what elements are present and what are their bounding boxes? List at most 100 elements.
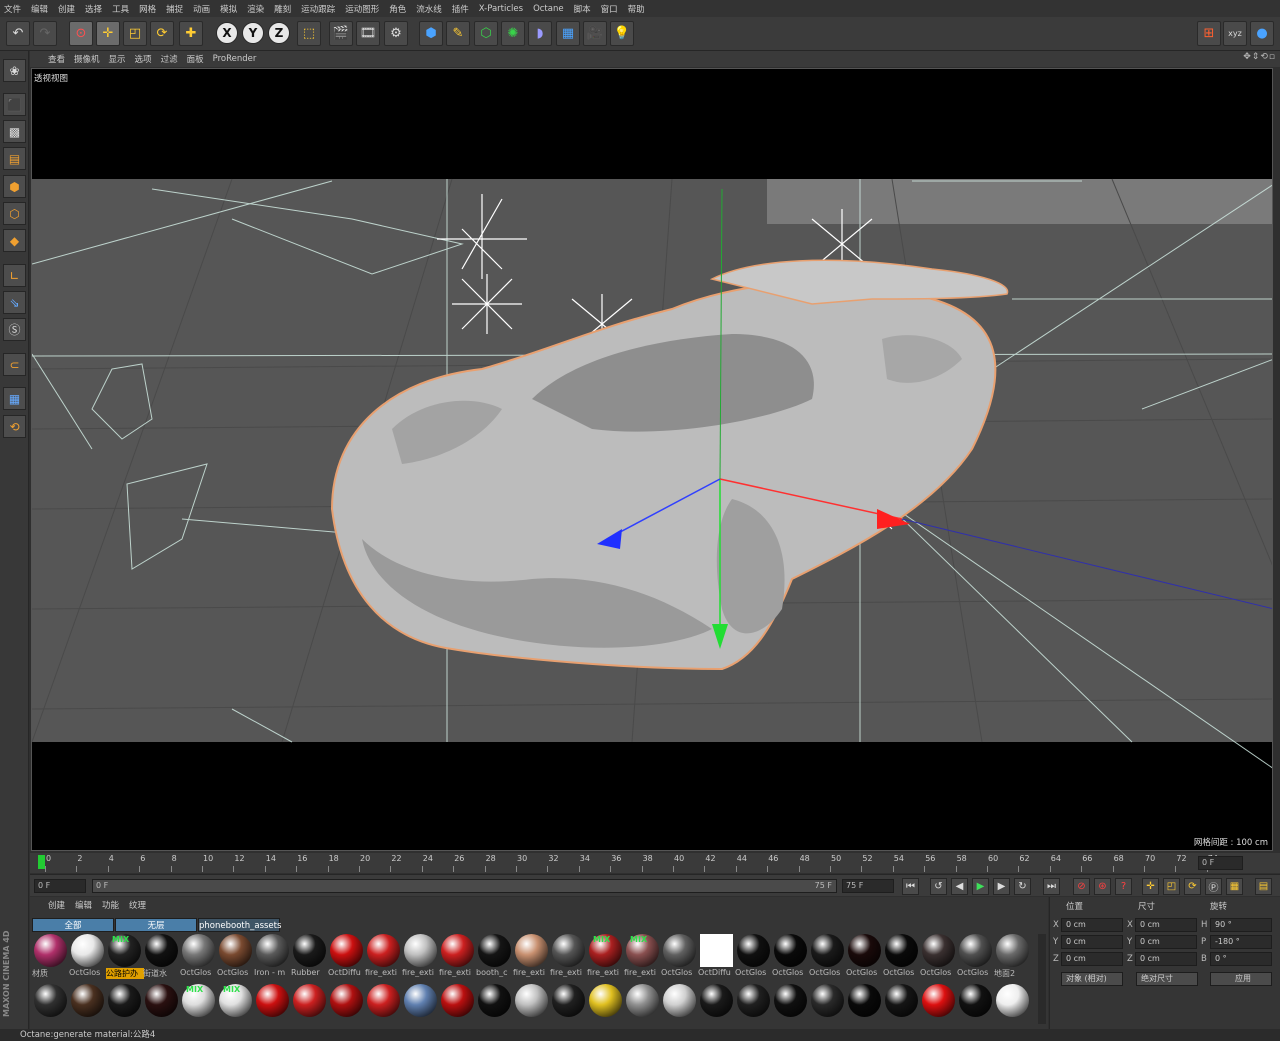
menu-item[interactable]: 模拟 [220,3,237,15]
menu-item[interactable]: 创建 [58,3,75,15]
solo-icon[interactable]: Ⓢ [3,318,26,341]
make-editable-icon[interactable]: ❀ [3,59,26,82]
goto-start-icon[interactable]: ⏮ [902,878,919,895]
magnet-snap-icon[interactable]: ⊂ [3,353,26,376]
menu-item[interactable]: 网格 [139,3,156,15]
end-frame-field[interactable]: 75 F [842,879,894,893]
material-swatch[interactable] [735,984,771,1028]
polygons-mode-icon[interactable]: ◆ [3,229,26,252]
material-swatch[interactable]: OctGlos [661,934,697,978]
material-swatch[interactable]: OctGlos [846,934,882,978]
material-swatch[interactable] [883,984,919,1028]
material-swatch[interactable]: OctGlos [883,934,919,978]
material-swatch[interactable] [291,984,327,1028]
current-frame-field[interactable]: 0 F [1198,856,1243,870]
viewport-menu-item[interactable]: 显示 [109,53,126,65]
frame-range-slider[interactable]: 0 F 75 F [92,879,837,893]
material-swatch[interactable] [439,984,475,1028]
viewport-menu-item[interactable]: 选项 [135,53,152,65]
workplane-mode-icon[interactable]: ▤ [3,147,26,170]
material-swatch[interactable] [513,984,549,1028]
menu-item[interactable]: 文件 [4,3,21,15]
material-swatch[interactable] [143,984,179,1028]
floor-icon[interactable]: ▦ [556,21,580,46]
material-swatch[interactable] [772,984,808,1028]
menu-item[interactable]: 窗口 [601,3,618,15]
material-swatch[interactable]: OctGlos [735,934,771,978]
position-field[interactable]: 0 cm [1061,952,1123,966]
cloner-icon[interactable]: ✺ [501,21,525,46]
tab-all[interactable]: 全部 [32,918,114,932]
rotation-field[interactable]: -180 ° [1210,935,1272,949]
material-swatch[interactable] [624,984,660,1028]
menu-item[interactable]: 流水线 [416,3,442,15]
material-swatch[interactable]: OctGlos [180,934,216,978]
material-swatch[interactable]: Rubber [291,934,327,978]
material-menu-item[interactable]: 编辑 [75,899,92,913]
menu-item[interactable]: Octane [533,4,564,14]
material-swatch[interactable]: MIX fire_exti [624,934,660,978]
size-field[interactable]: 0 cm [1135,952,1197,966]
material-swatch[interactable] [957,984,993,1028]
material-swatch[interactable] [476,984,512,1028]
axis-mode-icon[interactable]: ∟ [3,264,26,287]
render-to-picture-viewer-icon[interactable]: 🎞 [356,21,380,46]
render-view-icon[interactable]: 🎬 [329,21,353,46]
texture-mode-icon[interactable]: ▩ [3,120,26,143]
material-swatch[interactable]: OctDiffu [698,934,734,978]
material-swatch[interactable]: booth_c [476,934,512,978]
points-mode-icon[interactable]: ⬢ [3,175,26,198]
record-keys-icon[interactable]: ⊘ [1073,878,1090,895]
move-tool-icon[interactable]: ✛ [96,21,120,46]
live-select-icon[interactable]: ⊙ [69,21,93,46]
material-swatch[interactable]: fire_exti [550,934,586,978]
key-scale-icon[interactable]: ◰ [1163,878,1180,895]
rotation-field[interactable]: 0 ° [1210,952,1272,966]
perspective-viewport[interactable] [31,68,1273,851]
position-field[interactable]: 0 cm [1061,935,1123,949]
material-menu-item[interactable]: 纹理 [129,899,146,913]
goto-end-icon[interactable]: ⏭ [1043,878,1060,895]
material-swatch[interactable]: OctGlos [69,934,105,978]
material-swatch[interactable] [69,984,105,1028]
tab-no-layer[interactable]: 无层 [115,918,197,932]
menu-item[interactable]: 帮助 [628,3,645,15]
menu-item[interactable]: 动画 [193,3,210,15]
scale-tool-icon[interactable]: ◰ [123,21,147,46]
keyframe-selection-icon[interactable]: ? [1115,878,1132,895]
render-settings-icon[interactable]: ⚙ [384,21,408,46]
material-swatch[interactable]: MIX fire_exti [587,934,623,978]
menu-item[interactable]: 角色 [389,3,406,15]
menu-item[interactable]: 选择 [85,3,102,15]
viewport-nav-icons[interactable]: ✥⇕⟲▫ [1243,52,1276,62]
position-field[interactable]: 0 cm [1061,918,1123,932]
material-swatch[interactable]: MIX [180,984,216,1028]
rotate-tool-icon[interactable]: ⟳ [150,21,174,46]
auto-key-icon[interactable]: ⊛ [1094,878,1111,895]
material-swatch[interactable]: MIX 公路护办 [106,934,144,979]
material-swatch[interactable] [106,984,142,1028]
next-frame-icon[interactable]: ▶ [993,878,1010,895]
y-axis-lock-button[interactable]: Y [242,22,264,44]
apply-button[interactable]: 应用 [1210,972,1272,986]
viewport-menu-item[interactable]: ProRender [213,54,257,64]
menu-item[interactable]: 插件 [452,3,469,15]
material-swatch[interactable]: OctGlos [809,934,845,978]
material-swatch[interactable]: fire_exti [513,934,549,978]
material-swatch[interactable]: OctGlos [217,934,253,978]
edges-mode-icon[interactable]: ⬡ [3,202,26,225]
menu-item[interactable]: 渲染 [247,3,264,15]
start-frame-field[interactable]: 0 F [34,879,86,893]
pen-spline-icon[interactable]: ✎ [446,21,470,46]
material-menu-item[interactable]: 功能 [102,899,119,913]
material-swatch[interactable]: fire_exti [439,934,475,978]
material-swatch[interactable]: OctGlos [957,934,993,978]
material-swatch[interactable] [587,984,623,1028]
menu-item[interactable]: 运动跟踪 [301,3,335,15]
x-axis-lock-button[interactable]: X [216,22,238,44]
key-pla-icon[interactable]: ▦ [1226,878,1243,895]
material-swatch[interactable] [328,984,364,1028]
undo-icon[interactable]: ↶ [6,21,30,46]
key-position-icon[interactable]: ✛ [1142,878,1159,895]
play-icon[interactable]: ▶ [972,878,989,895]
